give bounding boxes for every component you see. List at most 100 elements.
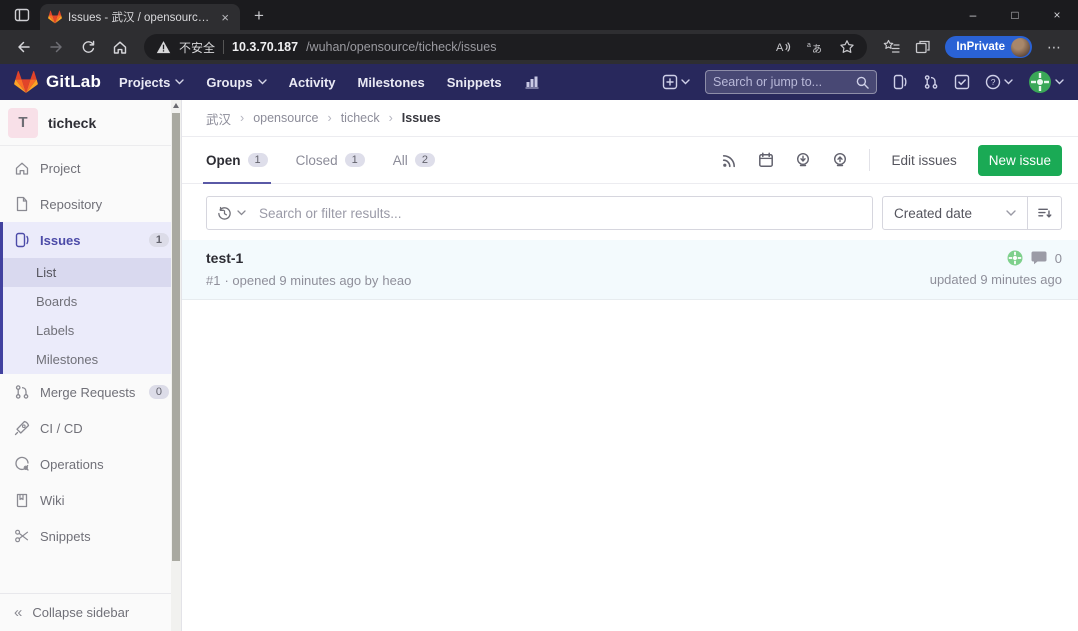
export-issues-button[interactable] <box>832 152 848 168</box>
new-tab-button[interactable]: + <box>254 7 264 24</box>
chevron-down-icon <box>681 79 690 85</box>
sidebar-subitem-labels[interactable]: Labels <box>3 316 181 345</box>
browser-toolbar: 不安全 10.3.70.187 /wuhan/opensource/tichec… <box>0 30 1078 64</box>
assignee-avatar[interactable] <box>1007 250 1023 266</box>
forward-button[interactable] <box>42 34 70 60</box>
tab-close-icon[interactable]: × <box>218 10 232 25</box>
read-aloud-icon[interactable]: A <box>769 34 797 60</box>
home-button[interactable] <box>106 34 134 60</box>
sidebar-nav: Project Repository Issues 1 List Boards … <box>0 146 181 554</box>
double-chevron-left-icon: « <box>14 604 22 621</box>
filtered-search[interactable] <box>206 196 873 230</box>
nav-milestones-label: Milestones <box>358 75 425 90</box>
sidebar-item-cicd[interactable]: CI / CD <box>0 410 181 446</box>
sidebar-item-issues[interactable]: Issues 1 <box>3 222 181 258</box>
sidebar-item-label: Issues <box>40 233 139 248</box>
calendar-button[interactable] <box>758 152 774 168</box>
user-menu[interactable] <box>1028 70 1064 94</box>
breadcrumb-subgroup[interactable]: opensource <box>253 111 318 125</box>
merge-requests-dashboard-icon[interactable] <box>923 74 939 90</box>
add-favorite-icon[interactable] <box>833 34 861 60</box>
maximize-button[interactable]: □ <box>994 0 1036 30</box>
new-menu-dropdown[interactable] <box>662 74 690 90</box>
sidebar-item-label: Merge Requests <box>40 385 139 400</box>
filter-bar: Created date <box>206 196 1062 230</box>
refresh-button[interactable] <box>74 34 102 60</box>
inprivate-badge[interactable]: InPrivate <box>945 36 1032 58</box>
browser-menu-icon[interactable]: ⋯ <box>1040 34 1068 60</box>
issue-updated: updated 9 minutes ago <box>930 272 1062 287</box>
svg-text:a: a <box>807 42 811 49</box>
sidebar-item-repository[interactable]: Repository <box>0 186 181 222</box>
tab-open-label: Open <box>206 153 241 168</box>
comments-icon <box>1031 251 1047 265</box>
comments-count[interactable]: 0 <box>1055 251 1062 266</box>
breadcrumb-project[interactable]: ticheck <box>341 111 380 125</box>
translate-icon[interactable]: aあ <box>801 34 829 60</box>
issue-author-link[interactable]: heao <box>382 273 411 288</box>
scrollbar-thumb[interactable] <box>172 113 180 561</box>
browser-tab[interactable]: Issues - 武汉 / opensource / tich × <box>40 4 240 30</box>
project-avatar: T <box>8 108 38 138</box>
global-search-input[interactable] <box>713 75 850 89</box>
filter-search-input[interactable] <box>259 206 862 221</box>
tab-closed[interactable]: Closed 1 <box>296 137 365 183</box>
issue-row: test-1 #1 · opened 9 minutes ago by heao… <box>182 240 1078 300</box>
recent-searches-icon[interactable] <box>217 206 232 221</box>
merge-requests-count-badge: 0 <box>149 385 169 399</box>
security-label[interactable]: 不安全 <box>179 39 215 56</box>
tab-open[interactable]: Open 1 <box>206 137 268 183</box>
collapse-sidebar-button[interactable]: « Collapse sidebar <box>0 593 181 631</box>
gitlab-navbar-right: ? <box>662 70 1064 94</box>
help-menu[interactable]: ? <box>985 74 1013 90</box>
todos-icon[interactable] <box>954 74 970 90</box>
instance-statistics-icon[interactable] <box>524 74 540 90</box>
import-issues-button[interactable] <box>795 152 811 168</box>
sort-dropdown[interactable]: Created date <box>882 196 1028 230</box>
collections-icon[interactable] <box>909 34 937 60</box>
rss-feed-button[interactable] <box>722 153 737 168</box>
sidebar-item-wiki[interactable]: Wiki <box>0 482 181 518</box>
sidebar-item-label: Repository <box>40 197 169 212</box>
nav-snippets-label: Snippets <box>447 75 502 90</box>
sidebar-subitem-boards[interactable]: Boards <box>3 287 181 316</box>
new-issue-button[interactable]: New issue <box>978 145 1062 176</box>
breadcrumb-separator: › <box>389 111 393 125</box>
gitlab-logo[interactable]: GitLab <box>14 70 101 94</box>
divider <box>869 149 870 171</box>
scissors-icon <box>14 528 30 544</box>
tab-actions-icon[interactable] <box>14 7 30 23</box>
minimize-button[interactable]: – <box>952 0 994 30</box>
sort-direction-button[interactable] <box>1028 196 1062 230</box>
sidebar-item-merge-requests[interactable]: Merge Requests 0 <box>0 374 181 410</box>
nav-activity[interactable]: Activity <box>289 75 336 90</box>
favorites-bar-icon[interactable] <box>877 34 905 60</box>
back-button[interactable] <box>10 34 38 60</box>
sidebar-scrollbar[interactable] <box>171 100 181 631</box>
close-button[interactable]: × <box>1036 0 1078 30</box>
nav-snippets[interactable]: Snippets <box>447 75 502 90</box>
sidebar-item-project[interactable]: Project <box>0 150 181 186</box>
issues-count-badge: 1 <box>149 233 169 247</box>
window-controls: – □ × <box>952 0 1078 30</box>
sidebar-issues-section: Issues 1 List Boards Labels Milestones <box>0 222 181 374</box>
sidebar-subitem-list[interactable]: List <box>3 258 181 287</box>
address-bar[interactable]: 不安全 10.3.70.187 /wuhan/opensource/tichec… <box>144 34 867 60</box>
tab-all[interactable]: All 2 <box>393 137 435 183</box>
nav-projects[interactable]: Projects <box>119 75 184 90</box>
chevron-down-icon <box>237 210 246 216</box>
breadcrumb-group[interactable]: 武汉 <box>206 109 231 128</box>
sidebar-subitem-milestones[interactable]: Milestones <box>3 345 181 374</box>
scrollbar-up-arrow[interactable] <box>173 103 179 108</box>
inprivate-label: InPrivate <box>956 41 1005 53</box>
sidebar-item-snippets[interactable]: Snippets <box>0 518 181 554</box>
nav-groups[interactable]: Groups <box>206 75 266 90</box>
edit-issues-button[interactable]: Edit issues <box>891 153 956 168</box>
sidebar-item-operations[interactable]: Operations <box>0 446 181 482</box>
nav-milestones[interactable]: Milestones <box>358 75 425 90</box>
issues-dashboard-icon[interactable] <box>892 74 908 90</box>
global-search[interactable] <box>705 70 877 94</box>
tab-closed-count: 1 <box>345 153 365 167</box>
project-header[interactable]: T ticheck <box>0 100 181 146</box>
issue-title-link[interactable]: test-1 <box>206 250 930 266</box>
